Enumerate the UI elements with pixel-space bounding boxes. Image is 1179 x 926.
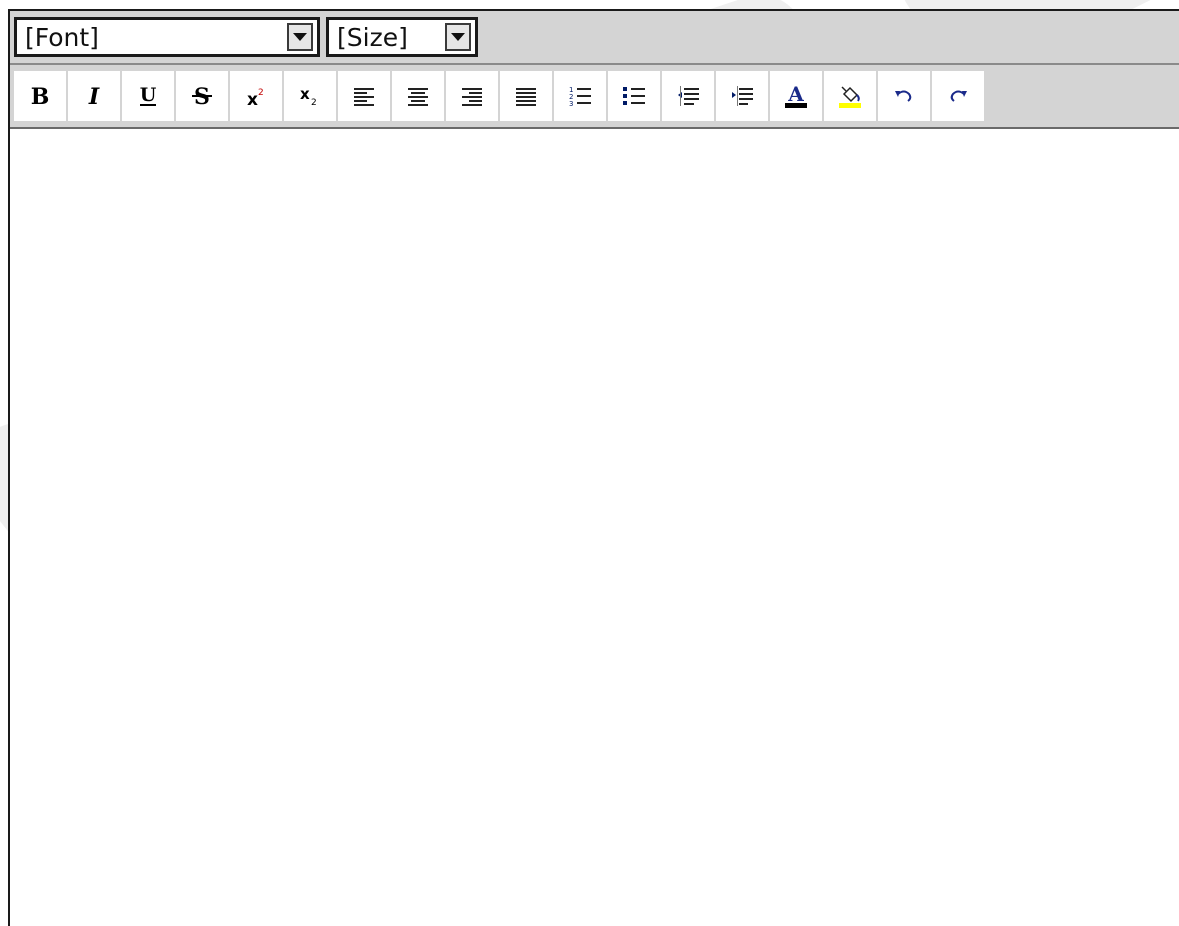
redo-icon: [950, 90, 967, 102]
underline-button[interactable]: U: [122, 71, 174, 121]
svg-text:2: 2: [258, 88, 264, 98]
svg-text:A: A: [787, 82, 804, 106]
superscript-icon: x2: [247, 88, 264, 108]
highlight-color-button[interactable]: [824, 71, 876, 121]
outdent-icon: [678, 86, 699, 106]
size-select-value: [Size]: [337, 23, 408, 52]
strikethrough-button[interactable]: S: [176, 71, 228, 121]
underline-icon: U: [140, 84, 157, 106]
indent-icon: [732, 86, 753, 106]
font-select-value: [Font]: [25, 23, 99, 52]
italic-button[interactable]: I: [68, 71, 120, 121]
svg-text:2: 2: [311, 98, 317, 108]
align-center-button[interactable]: [392, 71, 444, 121]
svg-text:U: U: [140, 84, 157, 106]
svg-text:I: I: [88, 84, 100, 108]
unordered-list-icon: [623, 87, 645, 105]
font-toolbar: [Font] [Size]: [10, 11, 1179, 65]
align-center-icon: [408, 88, 428, 106]
svg-text:x: x: [247, 90, 258, 108]
align-right-button[interactable]: [446, 71, 498, 121]
format-toolbar: B I U S x2 x2 123 A: [10, 65, 1179, 129]
subscript-button[interactable]: x2: [284, 71, 336, 121]
svg-text:B: B: [31, 84, 50, 108]
italic-icon: I: [88, 84, 100, 108]
ordered-list-icon: 123: [569, 86, 591, 108]
superscript-button[interactable]: x2: [230, 71, 282, 121]
rich-text-editor: [Font] [Size] B I U S x2 x2 1 2 3 A: [8, 9, 1179, 926]
align-right-icon: [462, 88, 482, 106]
undo-button[interactable]: [878, 71, 930, 121]
svg-text:3: 3: [569, 100, 573, 108]
font-color-icon: A: [785, 82, 807, 108]
justify-button[interactable]: [500, 71, 552, 121]
size-select[interactable]: [Size]: [326, 17, 478, 57]
font-color-button[interactable]: A: [770, 71, 822, 121]
strikethrough-icon: S: [192, 84, 212, 109]
undo-icon: [895, 90, 912, 102]
font-select[interactable]: [Font]: [14, 17, 320, 57]
dropdown-arrow-icon[interactable]: [287, 23, 313, 51]
svg-text:x: x: [300, 85, 310, 103]
align-left-icon: [354, 88, 374, 106]
paint-bucket-icon: [839, 86, 861, 108]
unordered-list-button[interactable]: [608, 71, 660, 121]
ordered-list-button[interactable]: 123: [554, 71, 606, 121]
align-left-button[interactable]: [338, 71, 390, 121]
indent-button[interactable]: [716, 71, 768, 121]
bold-button[interactable]: B: [14, 71, 66, 121]
justify-icon: [516, 88, 536, 106]
bold-icon: B: [31, 84, 50, 108]
subscript-icon: x2: [300, 85, 317, 108]
editor-content-area[interactable]: [10, 129, 1179, 926]
outdent-button[interactable]: [662, 71, 714, 121]
redo-button[interactable]: [932, 71, 984, 121]
dropdown-arrow-icon[interactable]: [445, 23, 471, 51]
